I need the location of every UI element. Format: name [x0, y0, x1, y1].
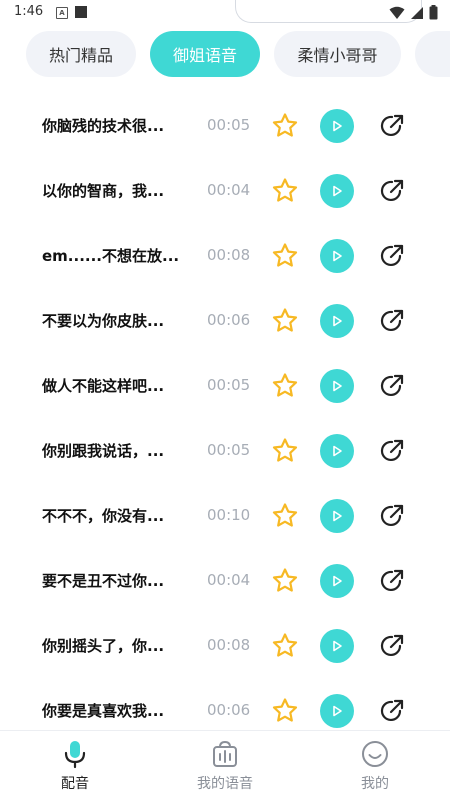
notification-a-icon: A: [56, 7, 68, 19]
play-button[interactable]: [320, 239, 354, 273]
list-item[interactable]: 不要以为你皮肤... 00:06: [0, 288, 450, 353]
bottom-nav: 配音 我的语音 我的: [0, 730, 450, 801]
voice-title: 你脑残的技术很...: [42, 117, 165, 135]
list-item[interactable]: em......不想在放... 00:08: [0, 223, 450, 288]
tab-hot-picks[interactable]: 热门精品: [26, 31, 136, 77]
voice-duration: 00:05: [207, 441, 251, 459]
play-icon: [333, 640, 342, 652]
star-favorite-icon[interactable]: [271, 242, 299, 270]
list-item[interactable]: 你要是真喜欢我... 00:06: [0, 678, 450, 730]
voice-duration: 00:08: [207, 636, 251, 654]
list-item[interactable]: 不不不，你没有... 00:10: [0, 483, 450, 548]
play-icon: [333, 575, 342, 587]
voice-duration: 00:05: [207, 116, 251, 134]
star-favorite-icon[interactable]: [271, 697, 299, 725]
star-favorite-icon[interactable]: [271, 372, 299, 400]
tab-more-partial[interactable]: [415, 31, 450, 77]
smile-face-icon: [362, 741, 388, 767]
share-icon[interactable]: [379, 568, 405, 594]
tab-gentle-guy[interactable]: 柔情小哥哥: [274, 31, 401, 77]
voice-title: 不不不，你没有...: [42, 507, 165, 525]
play-icon: [333, 185, 342, 197]
wifi-icon: [389, 6, 405, 19]
star-favorite-icon[interactable]: [271, 177, 299, 205]
voice-duration: 00:05: [207, 376, 251, 394]
nav-me[interactable]: 我的: [315, 739, 435, 799]
play-button[interactable]: [320, 694, 354, 728]
share-icon[interactable]: [379, 243, 405, 269]
list-item[interactable]: 要不是丑不过你... 00:04: [0, 548, 450, 613]
play-button[interactable]: [320, 434, 354, 468]
voice-list: 你脑残的技术很... 00:05 以你的智商，我... 00:04 em......不想…: [0, 93, 450, 730]
voice-duration: 00:04: [207, 181, 251, 199]
star-favorite-icon[interactable]: [271, 112, 299, 140]
play-icon: [333, 380, 342, 392]
star-favorite-icon[interactable]: [271, 567, 299, 595]
play-button[interactable]: [320, 174, 354, 208]
play-icon: [333, 705, 342, 717]
nav-dubbing[interactable]: 配音: [15, 739, 135, 799]
status-bar: 1:46 A: [0, 0, 450, 25]
play-button[interactable]: [320, 564, 354, 598]
list-item[interactable]: 做人不能这样吧... 00:05: [0, 353, 450, 418]
battery-icon: [429, 5, 438, 20]
share-icon[interactable]: [379, 178, 405, 204]
play-button[interactable]: [320, 499, 354, 533]
play-icon: [333, 315, 342, 327]
tab-yujie-voice[interactable]: 御姐语音: [150, 31, 260, 77]
nav-my-voice[interactable]: 我的语音: [165, 739, 285, 799]
voice-duration: 00:06: [207, 701, 251, 719]
share-icon[interactable]: [379, 438, 405, 464]
voice-duration: 00:04: [207, 571, 251, 589]
star-favorite-icon[interactable]: [271, 437, 299, 465]
play-icon: [333, 510, 342, 522]
status-time: 1:46: [14, 4, 44, 19]
voice-title: 以你的智商，我...: [42, 182, 165, 200]
star-favorite-icon[interactable]: [271, 632, 299, 660]
voice-title: 做人不能这样吧...: [42, 377, 165, 395]
voice-title: 你别摇头了，你...: [42, 637, 165, 655]
voice-duration: 00:10: [207, 506, 251, 524]
voice-title: 不要以为你皮肤...: [42, 312, 165, 330]
voice-bag-icon: [213, 740, 237, 767]
list-item[interactable]: 以你的智商，我... 00:04: [0, 158, 450, 223]
share-icon[interactable]: [379, 698, 405, 724]
voice-title: 你别跟我说话，...: [42, 442, 165, 460]
list-item[interactable]: 你别摇头了，你... 00:08: [0, 613, 450, 678]
play-icon: [333, 445, 342, 457]
star-favorite-icon[interactable]: [271, 502, 299, 530]
list-item[interactable]: 你脑残的技术很... 00:05: [0, 93, 450, 158]
share-icon[interactable]: [379, 503, 405, 529]
voice-duration: 00:08: [207, 246, 251, 264]
share-icon[interactable]: [379, 308, 405, 334]
voice-title: 你要是真喜欢我...: [42, 702, 165, 720]
status-icons: [389, 5, 438, 20]
share-icon[interactable]: [379, 633, 405, 659]
signal-icon: [411, 6, 423, 19]
voice-title: 要不是丑不过你...: [42, 572, 165, 590]
microphone-icon: [64, 741, 86, 769]
voice-title: em......不想在放...: [42, 247, 180, 265]
share-icon[interactable]: [379, 373, 405, 399]
notification-square-icon: [75, 6, 87, 18]
star-favorite-icon[interactable]: [271, 307, 299, 335]
play-icon: [333, 250, 342, 262]
play-button[interactable]: [320, 369, 354, 403]
voice-duration: 00:06: [207, 311, 251, 329]
category-tabs: 热门精品 御姐语音 柔情小哥哥: [0, 29, 450, 79]
play-icon: [333, 120, 342, 132]
play-button[interactable]: [320, 109, 354, 143]
share-icon[interactable]: [379, 113, 405, 139]
play-button[interactable]: [320, 304, 354, 338]
play-button[interactable]: [320, 629, 354, 663]
list-item[interactable]: 你别跟我说话，... 00:05: [0, 418, 450, 483]
